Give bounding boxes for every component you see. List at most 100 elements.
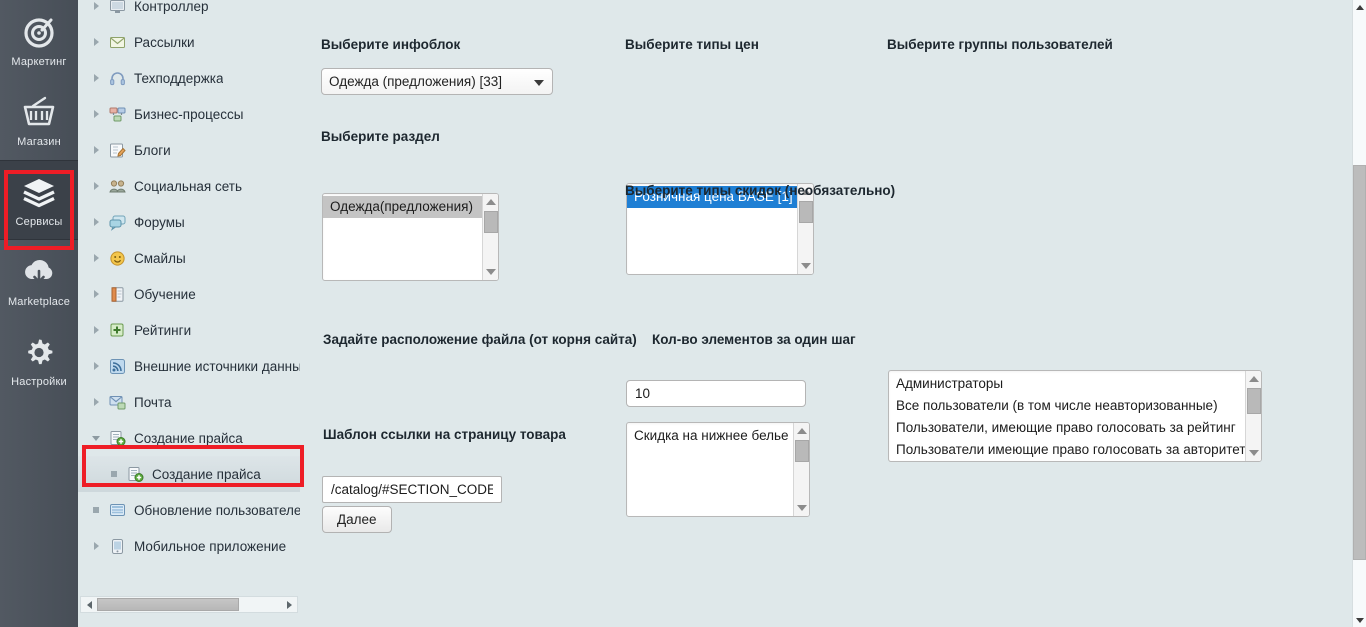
- price-create-form: Выберите инфоблок Одежда (предложения) […: [300, 0, 1366, 627]
- tree-item-forums[interactable]: Форумы: [78, 204, 300, 240]
- mail-server-icon: [108, 393, 126, 411]
- scroll-thumb[interactable]: [795, 440, 809, 462]
- tree-item-blogs[interactable]: Блоги: [78, 132, 300, 168]
- tree-item-newsletters[interactable]: Рассылки: [78, 24, 300, 60]
- chevron-right-icon[interactable]: [88, 106, 104, 122]
- tree-item-label: Рассылки: [134, 34, 195, 50]
- chevron-right-icon[interactable]: [88, 0, 104, 14]
- tree-item-label: Обновление пользователе: [134, 502, 300, 518]
- tree-item-label: Блоги: [134, 142, 171, 158]
- user-groups-listbox[interactable]: Администраторы Все пользователи (в том ч…: [888, 370, 1262, 462]
- infoblock-selected-value: Одежда (предложения) [33]: [329, 74, 503, 89]
- file-path-label: Задайте расположение файла (от корня сай…: [323, 332, 637, 347]
- rss-icon: [108, 357, 126, 375]
- chevron-right-icon[interactable]: [88, 142, 104, 158]
- chevron-right-icon[interactable]: [88, 538, 104, 554]
- tree-item-price-create-group[interactable]: Создание прайса: [78, 420, 300, 456]
- next-button[interactable]: Далее: [322, 506, 392, 533]
- infoblock-label: Выберите инфоблок: [321, 37, 461, 52]
- tree-item-label: Контроллер: [134, 0, 209, 14]
- rating-plus-icon: [108, 321, 126, 339]
- scroll-up-icon[interactable]: [1353, 0, 1366, 14]
- tree-item-controller[interactable]: Контроллер: [78, 0, 300, 24]
- price-types-label: Выберите типы цен: [625, 37, 759, 52]
- mobile-icon: [108, 537, 126, 555]
- tree-item-support[interactable]: Техподдержка: [78, 60, 300, 96]
- scroll-down-icon[interactable]: [798, 258, 813, 274]
- tree-item-label: Рейтинги: [134, 322, 192, 338]
- gear-icon: [20, 333, 58, 371]
- list-item[interactable]: Администраторы: [889, 373, 1245, 395]
- layers-icon: [20, 173, 58, 211]
- scroll-track[interactable]: [97, 598, 281, 611]
- chevron-right-icon[interactable]: [88, 358, 104, 374]
- scroll-down-icon[interactable]: [1246, 445, 1261, 461]
- scroll-thumb[interactable]: [484, 211, 498, 233]
- business-process-icon: [108, 105, 126, 123]
- scroll-thumb[interactable]: [799, 201, 813, 223]
- scroll-up-icon[interactable]: [1246, 371, 1261, 387]
- chevron-right-icon[interactable]: [88, 34, 104, 50]
- scroll-thumb[interactable]: [1353, 165, 1366, 560]
- section-listbox-scrollbar[interactable]: [482, 194, 498, 280]
- tree-item-price-create-selected[interactable]: Создание прайса: [78, 456, 300, 492]
- chevron-right-icon[interactable]: [88, 322, 104, 338]
- monitor-icon: [108, 0, 126, 15]
- chevron-right-icon[interactable]: [88, 70, 104, 86]
- scroll-thumb[interactable]: [97, 598, 239, 611]
- scroll-down-icon[interactable]: [794, 500, 809, 516]
- batch-size-input[interactable]: [626, 380, 806, 407]
- chevron-right-icon[interactable]: [88, 178, 104, 194]
- discount-types-listbox-scrollbar[interactable]: [793, 423, 809, 516]
- discount-types-listbox[interactable]: Скидка на нижнее белье: [626, 422, 810, 517]
- list-item[interactable]: Пользователи, имеющие право голосовать з…: [889, 417, 1245, 439]
- link-template-input[interactable]: [322, 476, 502, 503]
- list-item[interactable]: Пользователи имеющие право голосовать за…: [889, 439, 1246, 461]
- scroll-down-icon[interactable]: [483, 264, 498, 280]
- list-item[interactable]: Одежда(предложения): [323, 196, 482, 218]
- chevron-right-icon[interactable]: [88, 394, 104, 410]
- headset-icon: [108, 69, 126, 87]
- rail-item-marketplace[interactable]: Marketplace: [0, 240, 78, 320]
- infoblock-select[interactable]: Одежда (предложения) [33]: [321, 68, 553, 95]
- rail-item-services[interactable]: Сервисы: [0, 160, 78, 240]
- tree-item-mobile-app[interactable]: Мобильное приложение: [78, 528, 300, 564]
- link-template-label: Шаблон ссылки на страницу товара: [323, 427, 566, 442]
- rail-item-shop[interactable]: Магазин: [0, 80, 78, 160]
- scroll-up-icon[interactable]: [794, 423, 809, 439]
- tree-item-learning[interactable]: Обучение: [78, 276, 300, 312]
- tree-item-smiles[interactable]: Смайлы: [78, 240, 300, 276]
- user-groups-listbox-scrollbar[interactable]: [1245, 371, 1261, 461]
- scroll-right-icon[interactable]: [281, 597, 297, 612]
- chevron-down-icon[interactable]: [88, 430, 104, 446]
- scroll-up-icon[interactable]: [483, 194, 498, 210]
- tree-item-mail[interactable]: Почта: [78, 384, 300, 420]
- scroll-thumb[interactable]: [1247, 388, 1261, 414]
- rail-item-label: Маркетинг: [11, 55, 67, 68]
- tree-item-label: Создание прайса: [152, 466, 261, 482]
- list-item[interactable]: Все пользователи (в том числе неавторизо…: [889, 395, 1245, 417]
- blog-pencil-icon: [108, 141, 126, 159]
- chevron-right-icon[interactable]: [88, 250, 104, 266]
- tree-item-business-processes[interactable]: Бизнес-процессы: [78, 96, 300, 132]
- tree-item-label: Форумы: [134, 214, 185, 230]
- rail-item-label: Настройки: [11, 375, 67, 388]
- tree-item-ratings[interactable]: Рейтинги: [78, 312, 300, 348]
- scroll-left-icon[interactable]: [81, 597, 97, 612]
- tree-item-social-network[interactable]: Социальная сеть: [78, 168, 300, 204]
- page-vertical-scrollbar[interactable]: [1352, 0, 1366, 627]
- chevron-right-icon[interactable]: [88, 214, 104, 230]
- list-item[interactable]: Скидка на нижнее белье: [627, 425, 793, 447]
- section-listbox[interactable]: Одежда(предложения): [322, 193, 499, 281]
- tree-item-external-data-sources[interactable]: Внешние источники данны: [78, 348, 300, 384]
- chevron-right-icon[interactable]: [88, 286, 104, 302]
- discount-types-label: Выберите типы скидок (необязательно): [625, 183, 896, 198]
- tree-horizontal-scrollbar[interactable]: [80, 596, 298, 613]
- rail-item-settings[interactable]: Настройки: [0, 320, 78, 400]
- rail-item-marketing[interactable]: Маркетинг: [0, 0, 78, 80]
- tree-item-user-update[interactable]: Обновление пользователе: [78, 492, 300, 528]
- tree-item-label: Социальная сеть: [134, 178, 242, 194]
- tree-item-label: Техподдержка: [134, 70, 224, 86]
- admin-page: Маркетинг Магазин Сервисы Marketplace На…: [0, 0, 1366, 627]
- scroll-down-icon[interactable]: [1353, 613, 1366, 627]
